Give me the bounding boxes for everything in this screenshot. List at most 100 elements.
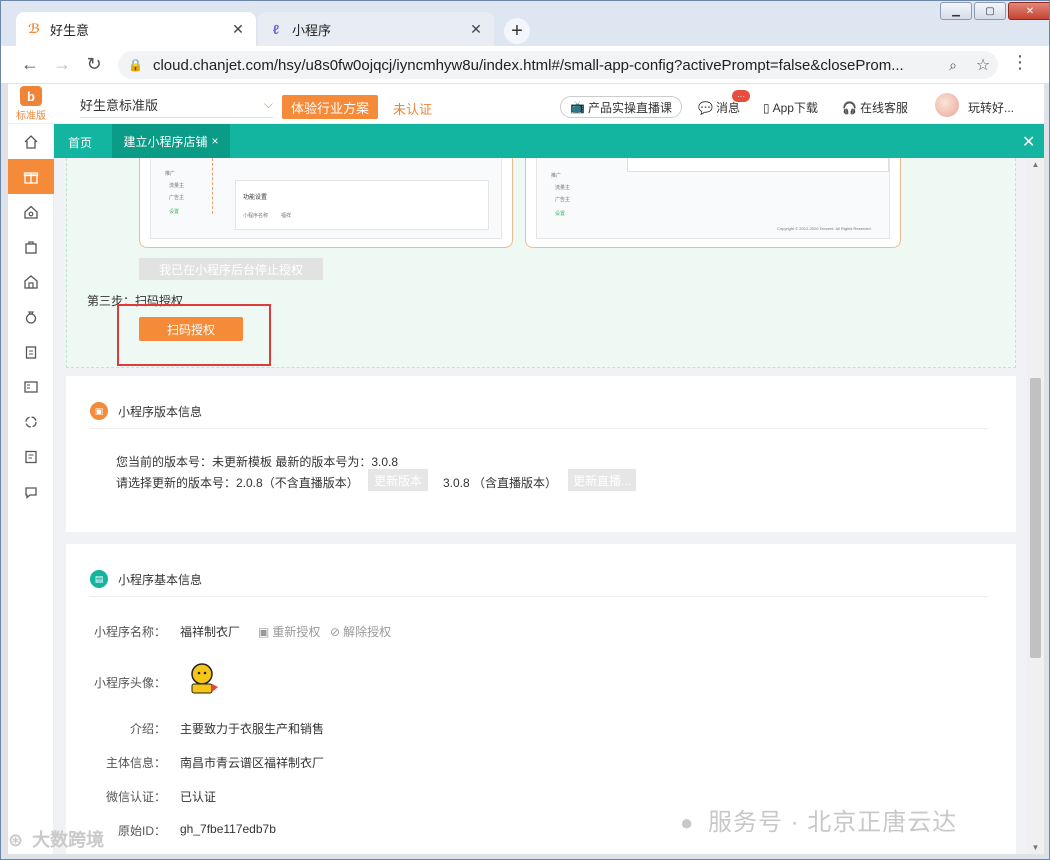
close-window-button[interactable]: ✕	[1008, 2, 1050, 20]
basic-info-title: 小程序基本信息	[118, 572, 203, 587]
messages-button[interactable]: 💬 消息	[698, 99, 740, 116]
browser-tab-bar: ℬ 好生意 ✕ ℓ 小程序 ✕ + ▁ ▢ ✕	[0, 0, 1050, 46]
zoom-icon[interactable]: ⌕	[938, 57, 968, 74]
reload-icon[interactable]: ↻	[82, 52, 106, 76]
divider	[90, 428, 988, 429]
info-icon: ▤	[90, 570, 108, 588]
watermark-right: ● 服务号 · 北京正唐云达	[680, 802, 957, 837]
mock-menu-text: 推广	[551, 173, 562, 179]
address-bar-row: ← → ↻ 🔒 cloud.chanjet.com/hsy/u8s0fw0ojq…	[0, 46, 1050, 84]
money-bag-icon[interactable]	[8, 299, 54, 334]
mock-row-value: 福祥	[281, 213, 292, 219]
home-icon[interactable]	[8, 124, 54, 159]
browser-menu-icon[interactable]: ⋮	[1010, 52, 1030, 76]
phone-icon: ▯	[763, 100, 770, 115]
online-service-label: 在线客服	[859, 101, 908, 115]
mock-menu-text: 流量主	[555, 185, 571, 191]
app-download-label: App下载	[772, 101, 818, 115]
reauthorize-link[interactable]: ▣ 重新授权	[258, 623, 320, 640]
version-icon: ▣	[90, 402, 108, 420]
new-tab-button[interactable]: +	[504, 18, 530, 44]
tab-home[interactable]: 首页	[68, 134, 92, 151]
scroll-up-icon[interactable]: ▲	[1030, 160, 1041, 169]
version-info-header: ▣ 小程序版本信息	[90, 402, 202, 420]
mock-menu-text: 流量主	[169, 183, 185, 189]
report-icon[interactable]	[8, 369, 54, 404]
app-download-button[interactable]: ▯ App下载	[763, 99, 818, 116]
scrollbar[interactable]: ▲ ▼	[1027, 158, 1044, 854]
document-icon[interactable]	[8, 439, 54, 474]
close-icon[interactable]: ✕	[230, 21, 246, 38]
name-value: 福祥制衣厂	[180, 625, 241, 639]
version-select[interactable]: 好生意标准版 ⌵	[80, 92, 273, 118]
app-container: b 标准版 好生意标准版 ⌵ 体验行业方案 未认证 📺 产品实操直播课 💬 消息…	[8, 84, 1044, 854]
url-bar[interactable]: 🔒 cloud.chanjet.com/hsy/u8s0fw0ojqcj/iyn…	[118, 51, 998, 79]
unbind-label: 解除授权	[343, 625, 392, 639]
tutorial-screenshot-content: 推广 流量主 广告主 设置 Copyright © 2012-2020 Tenc…	[536, 158, 890, 239]
stopped-authorization-button[interactable]: 我已在小程序后台停止授权	[139, 258, 323, 280]
gift-icon[interactable]	[8, 159, 54, 194]
unbind-link[interactable]: ⊘ 解除授权	[330, 623, 391, 640]
scrollbar-thumb[interactable]	[1030, 378, 1041, 658]
back-icon[interactable]: ←	[18, 52, 42, 76]
mock-menu-text: 设置	[555, 211, 566, 217]
username[interactable]: 玩转好...	[968, 99, 1014, 116]
house-settings-icon[interactable]	[8, 194, 54, 229]
bookmark-star-icon[interactable]: ☆	[968, 55, 998, 75]
browser-tab-haoshengyi[interactable]: ℬ 好生意 ✕	[16, 12, 256, 46]
reauthorize-label: 重新授权	[272, 625, 321, 639]
browser-tab-miniprogram[interactable]: ℓ 小程序 ✕	[258, 12, 494, 46]
version-option-live[interactable]: 3.0.8 （含直播版本）	[443, 474, 557, 491]
maximize-button[interactable]: ▢	[974, 2, 1006, 20]
live-course-button[interactable]: 📺 产品实操直播课	[560, 96, 682, 118]
tab-title: 好生意	[50, 22, 90, 38]
close-icon[interactable]: ×	[212, 134, 219, 148]
store-icon[interactable]	[8, 264, 54, 299]
original-id-value: gh_7fbe117edb7b	[180, 822, 276, 836]
industry-plan-button[interactable]: 体验行业方案	[282, 95, 378, 119]
url-text: cloud.chanjet.com/hsy/u8s0fw0ojqcj/iyncm…	[152, 56, 904, 74]
mock-menu-text: 设置	[169, 209, 180, 215]
haoshengyi-logo-icon: ℬ	[27, 21, 41, 36]
message-badge: ···	[732, 90, 750, 102]
bag-icon[interactable]	[8, 229, 54, 264]
intro-value: 主要致力于衣服生产和销售	[180, 722, 325, 736]
close-icon[interactable]: ✕	[468, 21, 484, 38]
entity-value: 南昌市青云谱区福祥制衣厂	[180, 756, 325, 770]
version-select-label: 请选择更新的版本号：2.0.8（不含直播版本）	[116, 476, 359, 490]
wechat-verify-label: 微信认证：	[105, 790, 166, 804]
tutorial-screenshot-content: 推广 流量主 广告主 设置 功能设置 小程序名称 福祥	[150, 158, 502, 239]
forward-icon[interactable]: →	[50, 52, 74, 76]
avatar[interactable]	[935, 93, 959, 117]
reauthorize-icon: ▣	[258, 624, 270, 639]
mock-footer: Copyright © 2012-2020 Tencent. All Right…	[777, 226, 872, 231]
online-service-button[interactable]: 🎧 在线客服	[842, 99, 908, 116]
mock-menu-text: 推广	[165, 171, 176, 177]
app-logo[interactable]: b 标准版	[8, 84, 54, 124]
update-version-button[interactable]: 更新版本	[368, 469, 428, 491]
miniprogram-avatar-image	[191, 663, 218, 694]
wechat-icon: ●	[680, 810, 695, 835]
highlight-frame	[117, 304, 271, 366]
wechat-verify-value: 已认证	[180, 790, 217, 804]
edition-label: 标准版	[16, 111, 46, 122]
page-tab-strip: 首页 建立小程序店铺 × ✕	[54, 124, 1044, 158]
minimize-button[interactable]: ▁	[940, 2, 972, 20]
cycle-icon[interactable]	[8, 404, 54, 439]
mock-menu-text: 广告主	[169, 195, 185, 201]
intro-label: 介绍：	[129, 722, 166, 736]
close-all-tabs-icon[interactable]: ✕	[1022, 132, 1035, 152]
chevron-down-icon: ⌵	[263, 97, 273, 111]
clipboard-icon[interactable]	[8, 334, 54, 369]
version-info-title: 小程序版本信息	[118, 404, 203, 419]
tab-create-miniprogram-store[interactable]: 建立小程序店铺 ×	[112, 124, 230, 158]
scroll-down-icon[interactable]: ▼	[1030, 843, 1041, 852]
unverified-status[interactable]: 未认证	[393, 99, 432, 118]
lock-icon: 🔒	[128, 58, 143, 72]
window-controls: ▁ ▢ ✕	[940, 2, 1050, 20]
version-select-value: 好生意标准版	[80, 98, 159, 113]
headset-icon: 🎧	[842, 100, 857, 115]
update-live-version-button[interactable]: 更新直播...	[568, 469, 636, 491]
mock-menu-text: 广告主	[555, 197, 571, 203]
chat-icon[interactable]	[8, 474, 54, 509]
